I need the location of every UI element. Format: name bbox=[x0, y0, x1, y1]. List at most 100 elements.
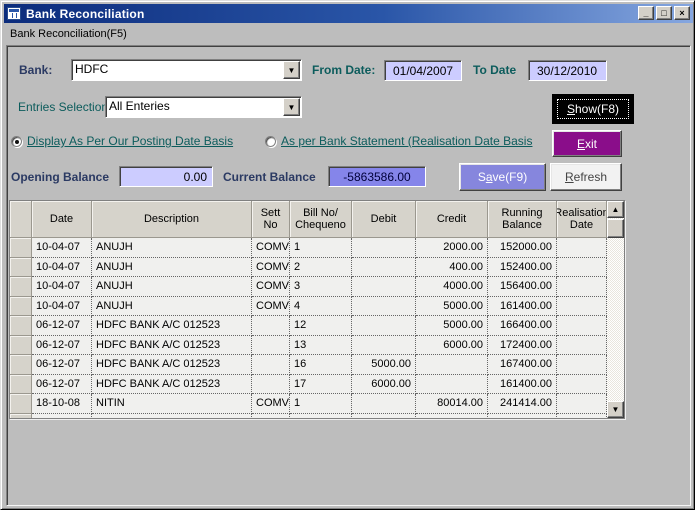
cell-date[interactable]: 10-04-07 bbox=[32, 258, 92, 278]
cell-debit[interactable] bbox=[352, 316, 416, 336]
cell-bill-no[interactable]: 17 bbox=[290, 375, 352, 395]
cell-date[interactable]: 10-04-07 bbox=[32, 297, 92, 317]
from-date-field[interactable]: 01/04/2007 bbox=[384, 60, 462, 81]
entries-selection-combobox[interactable]: All Enteries ▼ bbox=[105, 96, 302, 118]
cell-credit[interactable]: 5000.00 bbox=[416, 316, 488, 336]
cell-running-balance[interactable]: 167400.00 bbox=[488, 355, 557, 375]
row-selector[interactable] bbox=[10, 277, 32, 297]
cell-debit[interactable]: 6000.00 bbox=[352, 375, 416, 395]
cell-sett-no[interactable] bbox=[252, 375, 290, 395]
cell-debit[interactable] bbox=[352, 297, 416, 317]
radio-realisation-date-label[interactable]: As per Bank Statement (Realisation Date … bbox=[281, 134, 532, 148]
save-button[interactable]: Save(F9) bbox=[459, 163, 546, 191]
scroll-up-icon[interactable]: ▲ bbox=[607, 201, 624, 218]
cell-description[interactable]: ANUJH bbox=[92, 297, 252, 317]
cell-bill-no[interactable]: 12 bbox=[290, 316, 352, 336]
cell-credit[interactable]: 2000.00 bbox=[416, 238, 488, 258]
cell-description[interactable]: ANUJH bbox=[92, 258, 252, 278]
cell-credit[interactable] bbox=[416, 375, 488, 395]
cell-description[interactable]: ANUJH bbox=[92, 277, 252, 297]
row-selector[interactable] bbox=[10, 414, 32, 419]
cell-running-balance[interactable]: 161400.00 bbox=[488, 297, 557, 317]
refresh-button[interactable]: Refresh bbox=[550, 163, 622, 191]
bank-combobox[interactable]: HDFC ▼ bbox=[71, 59, 302, 81]
cell-debit[interactable] bbox=[352, 394, 416, 414]
cell-running-balance[interactable]: 152000.00 bbox=[488, 238, 557, 258]
cell-debit[interactable]: 5000.00 bbox=[352, 355, 416, 375]
close-icon[interactable]: × bbox=[674, 6, 690, 20]
cell-debit[interactable] bbox=[352, 414, 416, 419]
cell-running-balance[interactable]: 166400.00 bbox=[488, 316, 557, 336]
row-selector[interactable] bbox=[10, 394, 32, 414]
cell-bill-no[interactable]: 1 bbox=[290, 238, 352, 258]
cell-description[interactable]: HDFC BANK A/C 012523 bbox=[92, 336, 252, 356]
scrollbar-track[interactable] bbox=[607, 238, 624, 401]
cell-running-balance[interactable]: 172400.00 bbox=[488, 336, 557, 356]
cell-sett-no[interactable]: COMVO bbox=[252, 394, 290, 414]
cell-realisation-date[interactable] bbox=[557, 336, 607, 356]
cell-bill-no[interactable]: 4 bbox=[290, 297, 352, 317]
cell-date[interactable]: 10-04-07 bbox=[32, 238, 92, 258]
cell-bill-no[interactable]: 13 bbox=[290, 336, 352, 356]
row-selector[interactable] bbox=[10, 336, 32, 356]
cell-debit[interactable] bbox=[352, 277, 416, 297]
cell-debit[interactable] bbox=[352, 238, 416, 258]
cell-description[interactable]: ANUJH bbox=[92, 238, 252, 258]
cell-realisation-date[interactable] bbox=[557, 258, 607, 278]
cell-date[interactable]: 18-10-08 bbox=[32, 394, 92, 414]
cell-realisation-date[interactable] bbox=[557, 238, 607, 258]
opening-balance-field[interactable]: 0.00 bbox=[119, 166, 213, 187]
cell-realisation-date[interactable] bbox=[557, 297, 607, 317]
cell-description[interactable]: HDFC BANK A/C 012523 bbox=[92, 316, 252, 336]
cell-running-balance[interactable]: 156400.00 bbox=[488, 277, 557, 297]
vertical-scrollbar[interactable]: ▲ ▼ bbox=[607, 201, 624, 418]
cell-credit[interactable]: 4000.00 bbox=[416, 277, 488, 297]
cell-debit[interactable] bbox=[352, 336, 416, 356]
cell-bill-no[interactable]: 3 bbox=[290, 277, 352, 297]
scrollbar-thumb[interactable] bbox=[607, 219, 624, 238]
cell-sett-no[interactable]: COMVO bbox=[252, 277, 290, 297]
cell-debit[interactable] bbox=[352, 258, 416, 278]
cell-bill-no[interactable]: 1 bbox=[290, 394, 352, 414]
row-selector[interactable] bbox=[10, 316, 32, 336]
cell-realisation-date[interactable] bbox=[557, 277, 607, 297]
cell-date[interactable]: 06-12-07 bbox=[32, 316, 92, 336]
cell-sett-no[interactable]: COMVO bbox=[252, 297, 290, 317]
cell-date[interactable]: 06-12-07 bbox=[32, 336, 92, 356]
cell-realisation-date[interactable] bbox=[557, 316, 607, 336]
cell-realisation-date[interactable] bbox=[557, 375, 607, 395]
cell-description[interactable]: HDFC BANK A/C 012523 bbox=[92, 375, 252, 395]
cell-description[interactable]: HDFC BANK A/C 012523 bbox=[92, 355, 252, 375]
cell-credit[interactable] bbox=[416, 355, 488, 375]
row-selector[interactable] bbox=[10, 375, 32, 395]
cell-date[interactable]: 06-12-07 bbox=[32, 375, 92, 395]
cell-realisation-date[interactable] bbox=[557, 355, 607, 375]
cell-sett-no[interactable] bbox=[252, 355, 290, 375]
row-selector[interactable] bbox=[10, 297, 32, 317]
to-date-field[interactable]: 30/12/2010 bbox=[528, 60, 607, 81]
cell-sett-no[interactable] bbox=[252, 316, 290, 336]
scroll-down-icon[interactable]: ▼ bbox=[607, 401, 624, 418]
radio-realisation-date-basis[interactable] bbox=[265, 136, 276, 147]
chevron-down-icon[interactable]: ▼ bbox=[283, 98, 300, 116]
cell-description[interactable] bbox=[92, 414, 252, 419]
exit-button[interactable]: Exit bbox=[552, 130, 622, 157]
row-selector[interactable] bbox=[10, 238, 32, 258]
row-selector[interactable] bbox=[10, 258, 32, 278]
show-button[interactable]: Show(F8) bbox=[552, 94, 634, 124]
cell-running-balance[interactable]: 241414.00 bbox=[488, 394, 557, 414]
cell-realisation-date[interactable] bbox=[557, 414, 607, 419]
cell-sett-no[interactable]: COMVO bbox=[252, 258, 290, 278]
cell-credit[interactable] bbox=[416, 414, 488, 419]
chevron-down-icon[interactable]: ▼ bbox=[283, 61, 300, 79]
radio-posting-date-basis[interactable] bbox=[11, 136, 22, 147]
cell-date[interactable]: 06-12-07 bbox=[32, 355, 92, 375]
cell-credit[interactable]: 80014.00 bbox=[416, 394, 488, 414]
cell-sett-no[interactable]: COMVO bbox=[252, 238, 290, 258]
cell-running-balance[interactable] bbox=[488, 414, 557, 419]
cell-sett-no[interactable] bbox=[252, 414, 290, 419]
cell-description[interactable]: NITIN bbox=[92, 394, 252, 414]
cell-date[interactable]: 10-04-07 bbox=[32, 277, 92, 297]
cell-running-balance[interactable]: 152400.00 bbox=[488, 258, 557, 278]
cell-date[interactable] bbox=[32, 414, 92, 419]
